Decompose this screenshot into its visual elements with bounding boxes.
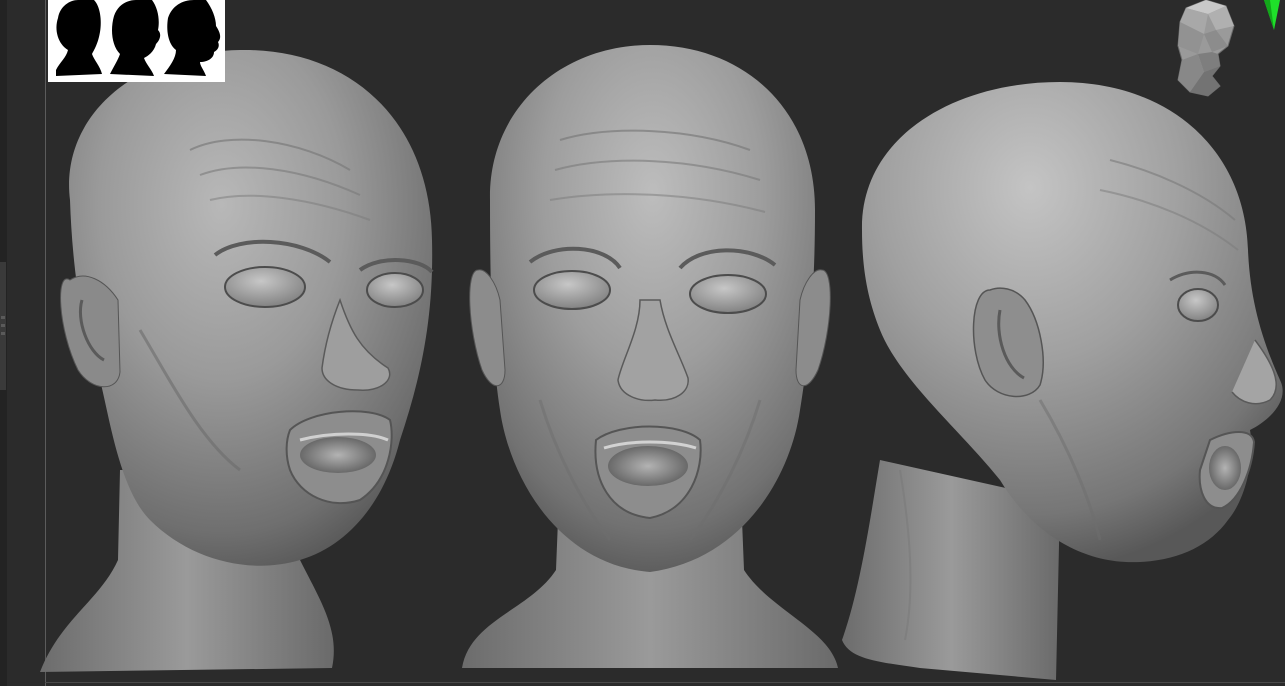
sculpt-models[interactable] [0,0,1285,686]
head-silhouettes-icon [56,0,221,76]
sculpted-head-3q-model[interactable] [40,49,434,672]
zbrush-canvas-viewport[interactable] [0,0,1285,686]
reference-silhouette-image [48,0,225,82]
sculpted-head-front-model[interactable] [462,45,838,668]
sculpted-head-side-model[interactable] [842,82,1283,680]
green-arrow-icon [1264,0,1280,30]
head-nav-cube-icon[interactable] [1168,0,1248,100]
